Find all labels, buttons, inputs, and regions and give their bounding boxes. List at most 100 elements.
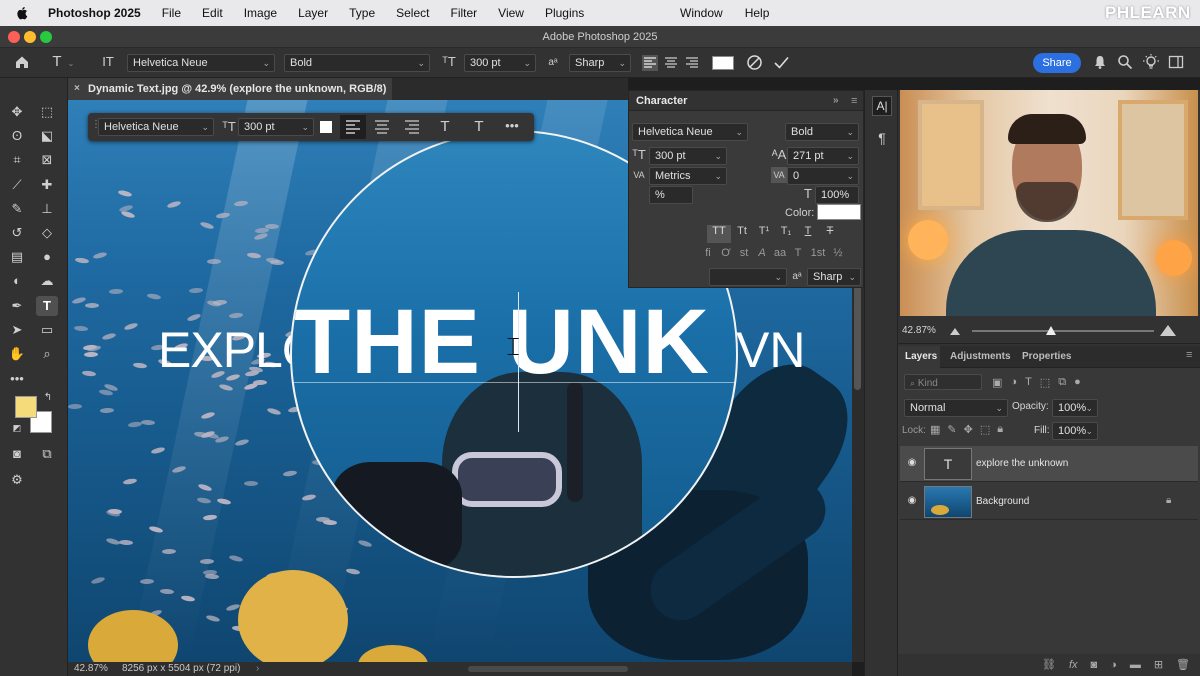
char-anti-alias-select[interactable]: Sharp ⌄: [807, 268, 861, 286]
opacity-input[interactable]: 100% ⌄: [1052, 399, 1098, 417]
foreground-color-swatch[interactable]: [15, 396, 37, 418]
dodge-tool-icon[interactable]: ◐: [6, 271, 28, 291]
zoom-slider-thumb[interactable]: [1046, 326, 1056, 335]
layer-name[interactable]: Background: [976, 484, 1029, 520]
zoom-window-button[interactable]: [40, 31, 52, 43]
default-colors-icon[interactable]: ◩: [10, 422, 24, 434]
kerning-select[interactable]: Metrics ⌄: [649, 167, 727, 185]
char-font-style-select[interactable]: Bold ⌄: [785, 123, 859, 141]
smudge-tool-icon[interactable]: ☁: [36, 271, 58, 291]
healing-brush-tool-icon[interactable]: ✚: [36, 175, 58, 195]
leading-select[interactable]: 271 pt ⌄: [787, 147, 859, 165]
eyedropper-tool-icon[interactable]: ⟋: [6, 175, 28, 195]
add-mask-icon[interactable]: ◙: [1091, 654, 1098, 676]
move-tool-icon[interactable]: ✥: [6, 102, 28, 122]
collapse-panel-icon[interactable]: »: [833, 91, 839, 111]
char-font-family-select[interactable]: Helvetica Neue ⌄: [632, 123, 748, 141]
language-select[interactable]: ⌄: [709, 268, 787, 286]
layer-lock-icon[interactable]: 🔒︎: [1166, 495, 1171, 506]
object-selection-tool-icon[interactable]: ⬕: [36, 126, 58, 146]
marquee-tool-icon[interactable]: ⬚: [36, 102, 58, 122]
lock-image-pixels-icon[interactable]: ✎: [947, 423, 956, 436]
hand-tool-icon[interactable]: ✋: [6, 344, 28, 364]
new-group-icon[interactable]: ▬: [1130, 654, 1141, 676]
clone-stamp-tool-icon[interactable]: ⊥: [36, 199, 58, 219]
lock-position-icon[interactable]: ✥: [964, 423, 973, 436]
paragraph-panel-icon[interactable]: ¶: [872, 128, 892, 148]
navigator-zoom[interactable]: 42.87%: [902, 325, 936, 336]
font-size-select[interactable]: 300 pt ⌄: [464, 54, 536, 72]
new-layer-icon[interactable]: ⊞: [1154, 654, 1163, 676]
font-style-select[interactable]: Bold ⌄: [284, 54, 430, 72]
strikethrough-button[interactable]: T: [819, 225, 841, 243]
eye-visibility-icon[interactable]: ◉: [906, 457, 918, 469]
share-button[interactable]: Share: [1033, 53, 1081, 73]
anti-alias-select[interactable]: Sharp ⌄: [569, 54, 631, 72]
fill-input[interactable]: 100% ⌄: [1052, 422, 1098, 440]
type-tool-preset-icon[interactable]: T: [48, 54, 66, 70]
screen-mode-icon[interactable]: ⧉: [36, 444, 58, 464]
swap-colors-icon[interactable]: ↰: [40, 391, 56, 405]
menu-type[interactable]: Type: [349, 6, 375, 20]
char-color-swatch[interactable]: [817, 204, 861, 220]
tab-layers[interactable]: Layers: [898, 346, 940, 368]
ctx-text-color-swatch[interactable]: [320, 121, 332, 133]
quick-mask-icon[interactable]: ◙: [6, 444, 28, 464]
text-color-swatch[interactable]: [712, 56, 734, 70]
ctx-font-family-select[interactable]: Helvetica Neue ⌄: [98, 118, 214, 136]
menu-file[interactable]: File: [162, 6, 181, 20]
horizontal-scroll-thumb[interactable]: [468, 666, 628, 672]
eye-visibility-icon[interactable]: ◉: [906, 495, 918, 507]
blend-mode-select[interactable]: Normal ⌄: [904, 399, 1008, 417]
lock-transparent-pixels-icon[interactable]: ▦: [930, 423, 940, 436]
rectangle-tool-icon[interactable]: ▭: [36, 320, 58, 340]
path-selection-tool-icon[interactable]: ➤: [6, 320, 28, 340]
crop-tool-icon[interactable]: ⌗: [6, 150, 28, 170]
menu-plugins[interactable]: Plugins: [545, 6, 584, 20]
menu-view[interactable]: View: [498, 6, 524, 20]
underline-button[interactable]: T: [797, 225, 819, 243]
eraser-tool-icon[interactable]: ◇: [36, 223, 58, 243]
zoom-out-mountain-icon[interactable]: [950, 327, 960, 335]
ctx-type-options-icon[interactable]: T: [469, 119, 489, 135]
menu-select[interactable]: Select: [396, 6, 429, 20]
gradient-tool-icon[interactable]: ▤: [6, 247, 28, 267]
minimize-window-button[interactable]: [24, 31, 36, 43]
more-tools-icon[interactable]: •••: [6, 369, 28, 389]
menu-edit[interactable]: Edit: [202, 6, 223, 20]
ctx-more-icon[interactable]: •••: [502, 118, 522, 134]
blur-tool-icon[interactable]: ●: [36, 247, 58, 267]
font-family-select[interactable]: Helvetica Neue ⌄: [127, 54, 275, 72]
zoom-in-mountain-icon[interactable]: [1160, 324, 1176, 336]
chevron-down-icon[interactable]: ⌄: [66, 56, 76, 72]
horizontal-scale-input[interactable]: 100%: [815, 186, 859, 204]
brush-tool-icon[interactable]: ✎: [6, 199, 28, 219]
superscript-button[interactable]: T¹: [753, 225, 775, 243]
new-adjustment-layer-icon[interactable]: ◑: [1110, 654, 1117, 676]
type-filter-icon[interactable]: T: [1025, 376, 1032, 389]
subscript-button[interactable]: T₁: [775, 225, 797, 243]
status-chevron-icon[interactable]: ›: [256, 662, 259, 676]
discretionary-ligatures-button[interactable]: st: [735, 247, 753, 265]
delete-layer-icon[interactable]: 🗑︎: [1176, 654, 1190, 676]
adjustment-filter-icon[interactable]: ◑: [1010, 376, 1017, 389]
ligatures-button[interactable]: fi: [699, 247, 717, 265]
toggle-orientation-icon[interactable]: IT: [99, 54, 117, 70]
character-panel-icon[interactable]: A|: [872, 96, 892, 116]
layer-name[interactable]: explore the unknown: [976, 446, 1068, 482]
menu-help[interactable]: Help: [745, 6, 770, 20]
zoom-slider-track[interactable]: [972, 330, 1154, 332]
ctx-align-right-icon[interactable]: [402, 117, 422, 137]
char-font-size-select[interactable]: 300 pt ⌄: [649, 147, 727, 165]
vertical-scale-input[interactable]: %: [649, 186, 693, 204]
workspace-icon[interactable]: [1168, 54, 1184, 70]
edit-toolbar-icon[interactable]: ⚙: [6, 470, 28, 490]
commit-check-icon[interactable]: [773, 54, 790, 71]
layer-row[interactable]: ◉ Background 🔒︎: [900, 484, 1198, 520]
tab-properties[interactable]: Properties: [1022, 346, 1071, 368]
contextual-alternates-button[interactable]: Ơ: [717, 247, 735, 265]
pen-tool-icon[interactable]: ✒: [6, 296, 28, 316]
titling-alternates-button[interactable]: T: [789, 247, 807, 265]
search-icon[interactable]: [1117, 54, 1133, 70]
tab-adjustments[interactable]: Adjustments: [950, 346, 1011, 368]
